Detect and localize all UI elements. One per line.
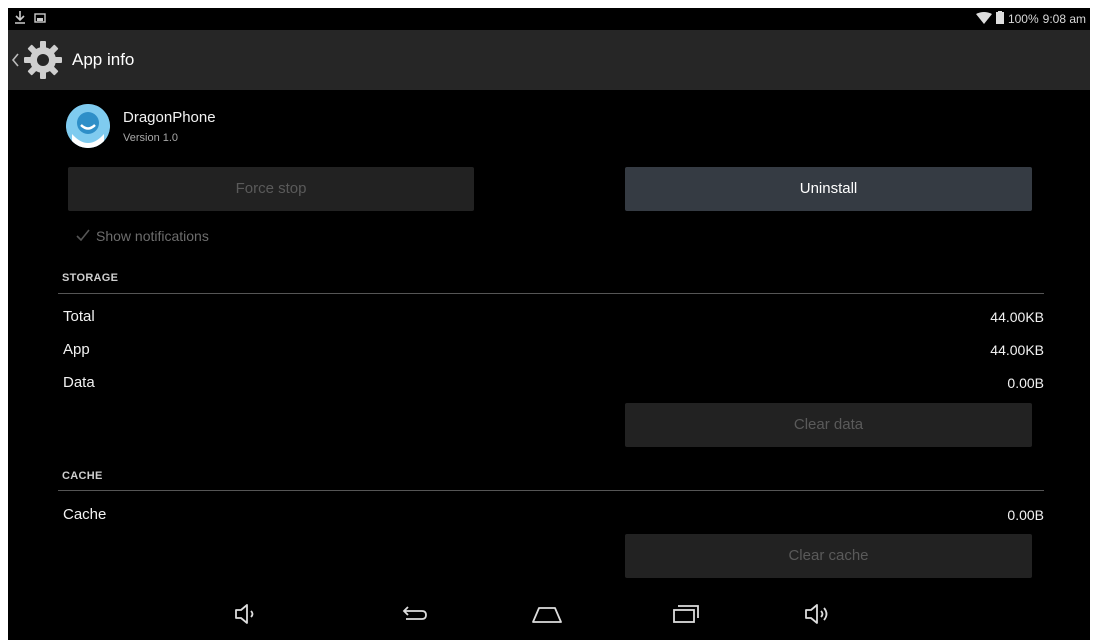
storage-section-header: STORAGE bbox=[62, 272, 119, 284]
image-icon bbox=[34, 11, 46, 29]
back-icon[interactable] bbox=[394, 600, 434, 628]
storage-data-label: Data bbox=[63, 374, 95, 391]
recent-apps-icon[interactable] bbox=[665, 600, 705, 628]
volume-up-icon[interactable] bbox=[798, 600, 838, 628]
dragonphone-app-icon bbox=[66, 104, 110, 148]
storage-app-value: 44.00KB bbox=[990, 342, 1044, 358]
storage-total-value: 44.00KB bbox=[990, 309, 1044, 325]
clock: 9:08 am bbox=[1042, 12, 1086, 26]
force-stop-button[interactable]: Force stop bbox=[68, 167, 474, 211]
storage-total-label: Total bbox=[63, 308, 95, 325]
storage-divider bbox=[58, 293, 1044, 294]
show-notifications-label: Show notifications bbox=[96, 228, 209, 244]
app-version: Version 1.0 bbox=[123, 132, 179, 144]
show-notifications-checkbox[interactable]: Show notifications bbox=[76, 228, 209, 244]
download-icon bbox=[14, 10, 26, 29]
status-bar: 100% 9:08 am bbox=[8, 8, 1090, 30]
checkmark-icon bbox=[76, 228, 90, 244]
screen: 100% 9:08 am App info DragonPhone Versio… bbox=[8, 8, 1090, 640]
back-chevron-icon[interactable] bbox=[10, 48, 20, 72]
volume-down-icon[interactable] bbox=[228, 600, 268, 628]
cache-label: Cache bbox=[63, 506, 107, 523]
battery-percent: 100% bbox=[1007, 12, 1039, 26]
page-title: App info bbox=[72, 50, 135, 69]
cache-section-header: CACHE bbox=[62, 470, 103, 482]
clear-cache-button[interactable]: Clear cache bbox=[625, 534, 1032, 578]
storage-app-label: App bbox=[63, 341, 90, 358]
battery-icon bbox=[995, 11, 1004, 27]
app-name: DragonPhone bbox=[123, 109, 216, 126]
navigation-bar bbox=[8, 592, 1090, 640]
clear-data-button[interactable]: Clear data bbox=[625, 403, 1032, 447]
cache-divider bbox=[58, 490, 1044, 491]
wifi-icon bbox=[975, 11, 992, 27]
home-icon[interactable] bbox=[527, 600, 567, 628]
storage-data-value: 0.00B bbox=[1007, 375, 1044, 391]
cache-value: 0.00B bbox=[1007, 507, 1044, 523]
settings-gear-icon[interactable] bbox=[22, 39, 64, 81]
action-bar: App info bbox=[8, 30, 1090, 90]
uninstall-button[interactable]: Uninstall bbox=[625, 167, 1032, 211]
